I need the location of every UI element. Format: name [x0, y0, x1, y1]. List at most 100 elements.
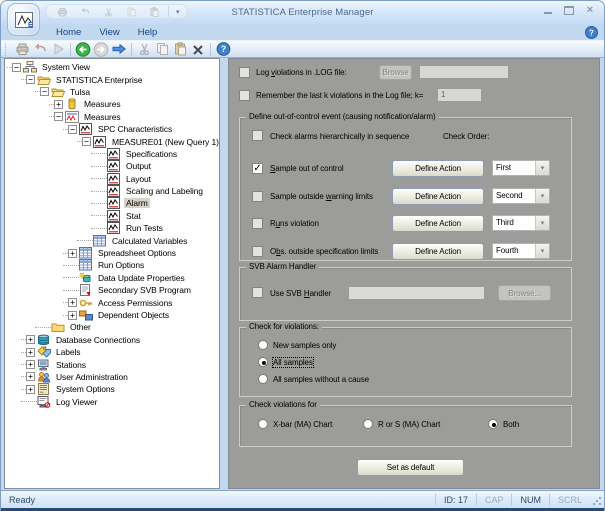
- tree-item-database-connections[interactable]: + Database Connections: [5, 334, 219, 346]
- tree-item-label[interactable]: Measures: [82, 99, 123, 109]
- define-action-button[interactable]: Define Action: [392, 160, 484, 177]
- tree-item-label[interactable]: User Administration: [54, 372, 130, 382]
- tree-item-run-tests[interactable]: Run Tests: [5, 222, 219, 235]
- remember-k-checkbox[interactable]: [239, 90, 250, 101]
- tree-item-system-options[interactable]: + System Options: [5, 383, 219, 396]
- all-samples-radio[interactable]: [258, 357, 268, 367]
- check-order-select[interactable]: Second ▾: [492, 187, 550, 204]
- delete-icon[interactable]: [189, 41, 207, 57]
- qat-print-icon[interactable]: [53, 4, 71, 20]
- tree-item-stat[interactable]: Stat: [5, 209, 219, 222]
- use-svb-handler-checkbox[interactable]: [252, 287, 263, 298]
- tree-item-other[interactable]: Other: [5, 321, 219, 333]
- tree-item-label[interactable]: Run Options: [96, 260, 146, 270]
- x-bar-ma-chart-radio[interactable]: [258, 419, 268, 429]
- define-action-button[interactable]: Define Action: [392, 187, 484, 205]
- run-icon[interactable]: [49, 41, 67, 57]
- tree-item-label[interactable]: Access Permissions: [96, 298, 174, 308]
- tree-item-spreadsheet-options[interactable]: + Spreadsheet Options: [5, 247, 219, 259]
- expand-icon[interactable]: +: [26, 360, 35, 370]
- tree-item-label[interactable]: Log Viewer: [54, 397, 99, 407]
- tree-item-dependent-objects[interactable]: + Dependent Objects: [5, 309, 219, 321]
- tree-item-data-update-properties[interactable]: Data Update Properties: [5, 272, 219, 284]
- tree-item-access-permissions[interactable]: + Access Permissions: [5, 296, 219, 308]
- tree-item-user-administration[interactable]: + User Administration: [5, 371, 219, 383]
- tree-item-spc-characteristics[interactable]: − SPC Characteristics: [5, 123, 219, 136]
- tree-item-measures[interactable]: − Measures: [5, 110, 219, 123]
- tree-item-label[interactable]: Database Connections: [54, 335, 142, 345]
- r-or-s-ma-chart-radio[interactable]: [363, 419, 373, 429]
- both-radio[interactable]: [488, 419, 498, 429]
- check-order-select[interactable]: First ▾: [492, 160, 550, 176]
- tree-item-calculated-variables[interactable]: Calculated Variables: [5, 234, 219, 247]
- sample-outside-warning-limits-checkbox[interactable]: [252, 190, 263, 202]
- tree-item-output[interactable]: Output: [5, 160, 219, 173]
- expand-icon[interactable]: +: [68, 310, 77, 320]
- dropdown-arrow-icon[interactable]: ▾: [535, 216, 549, 230]
- qat-undo-icon[interactable]: [76, 4, 94, 20]
- expand-icon[interactable]: +: [68, 298, 77, 308]
- dropdown-arrow-icon[interactable]: ▾: [535, 188, 549, 203]
- tree-item-label[interactable]: Tulsa: [68, 87, 92, 97]
- tree-item-label[interactable]: System Options: [54, 384, 117, 394]
- tree-item-log-viewer[interactable]: Log Viewer: [5, 395, 219, 408]
- undo-icon[interactable]: [31, 41, 49, 57]
- tree-item-secondary-svb-program[interactable]: Secondary SVB Program: [5, 284, 219, 297]
- help-icon[interactable]: ?: [585, 26, 598, 39]
- collapse-icon[interactable]: −: [26, 75, 35, 85]
- tab-home[interactable]: Home: [47, 27, 90, 38]
- tree-item-label[interactable]: Output: [124, 161, 153, 171]
- tree-item-label[interactable]: Alarm: [124, 198, 150, 209]
- tree-item-label[interactable]: Layout: [124, 174, 153, 184]
- system-view-tree[interactable]: − System View − STATISTICA Enterprise − Tulsa…: [4, 58, 220, 489]
- dropdown-arrow-icon[interactable]: ▾: [535, 161, 549, 175]
- tree-item-label[interactable]: Run Tests: [124, 223, 165, 233]
- tree-item-label[interactable]: Measures: [82, 112, 123, 122]
- application-menu-button[interactable]: E: [7, 3, 40, 36]
- collapse-icon[interactable]: −: [82, 137, 91, 147]
- qat-cut-icon[interactable]: [99, 4, 117, 20]
- tree-item-label[interactable]: Secondary SVB Program: [96, 285, 193, 295]
- tree-item-label[interactable]: Stations: [54, 360, 88, 370]
- expand-icon[interactable]: +: [54, 99, 63, 109]
- maximize-icon[interactable]: [564, 6, 574, 15]
- obs-outside-specification-limits-checkbox[interactable]: [252, 245, 263, 257]
- collapse-icon[interactable]: −: [68, 124, 77, 134]
- runs-violation-checkbox[interactable]: [252, 218, 263, 229]
- collapse-icon[interactable]: −: [40, 87, 49, 97]
- set-as-default-button[interactable]: Set as default: [357, 459, 464, 476]
- copy-icon[interactable]: [153, 41, 171, 57]
- tree-item-measures[interactable]: + Measures: [5, 98, 219, 110]
- tree-item-label[interactable]: Stat: [124, 211, 143, 221]
- tab-view[interactable]: View: [90, 27, 128, 38]
- tree-item-scaling-and-labeling[interactable]: Scaling and Labeling: [5, 185, 219, 198]
- expand-icon[interactable]: +: [26, 384, 35, 394]
- close-icon[interactable]: ×: [585, 5, 595, 16]
- tree-item-stations[interactable]: + Stations: [5, 358, 219, 370]
- log-violations-checkbox[interactable]: [239, 67, 250, 78]
- go-icon[interactable]: [110, 41, 128, 57]
- tree-item-labels[interactable]: + Labels: [5, 346, 219, 358]
- new-samples-only-radio[interactable]: [258, 340, 268, 350]
- resize-grip[interactable]: [590, 494, 602, 506]
- tree-item-label[interactable]: Scaling and Labeling: [124, 186, 205, 196]
- sample-out-of-control-checkbox[interactable]: ✓: [252, 163, 263, 174]
- tree-item-label[interactable]: Spreadsheet Options: [96, 248, 178, 258]
- tree-item-label[interactable]: MEASURE01 (New Query 1): [110, 137, 219, 147]
- tree-item-label[interactable]: Other: [68, 322, 93, 332]
- tree-item-measure01-new-query-1[interactable]: − MEASURE01 (New Query 1): [5, 135, 219, 148]
- print-icon[interactable]: [13, 41, 31, 57]
- check-order-select[interactable]: Fourth ▾: [492, 242, 550, 259]
- tree-item-label[interactable]: SPC Characteristics: [96, 124, 174, 134]
- collapse-icon[interactable]: −: [54, 112, 63, 122]
- qat-copy-icon[interactable]: [122, 4, 140, 20]
- tree-item-label[interactable]: Data Update Properties: [96, 273, 187, 283]
- all-samples-without-a-cause-radio[interactable]: [258, 374, 268, 384]
- back-icon[interactable]: [74, 41, 92, 57]
- tree-item-system-view[interactable]: − System View: [5, 61, 219, 73]
- expand-icon[interactable]: +: [68, 248, 77, 258]
- tree-item-label[interactable]: Calculated Variables: [110, 236, 189, 246]
- tree-item-layout[interactable]: Layout: [5, 172, 219, 185]
- paste-icon[interactable]: [171, 41, 189, 57]
- help-icon[interactable]: ?: [214, 41, 232, 57]
